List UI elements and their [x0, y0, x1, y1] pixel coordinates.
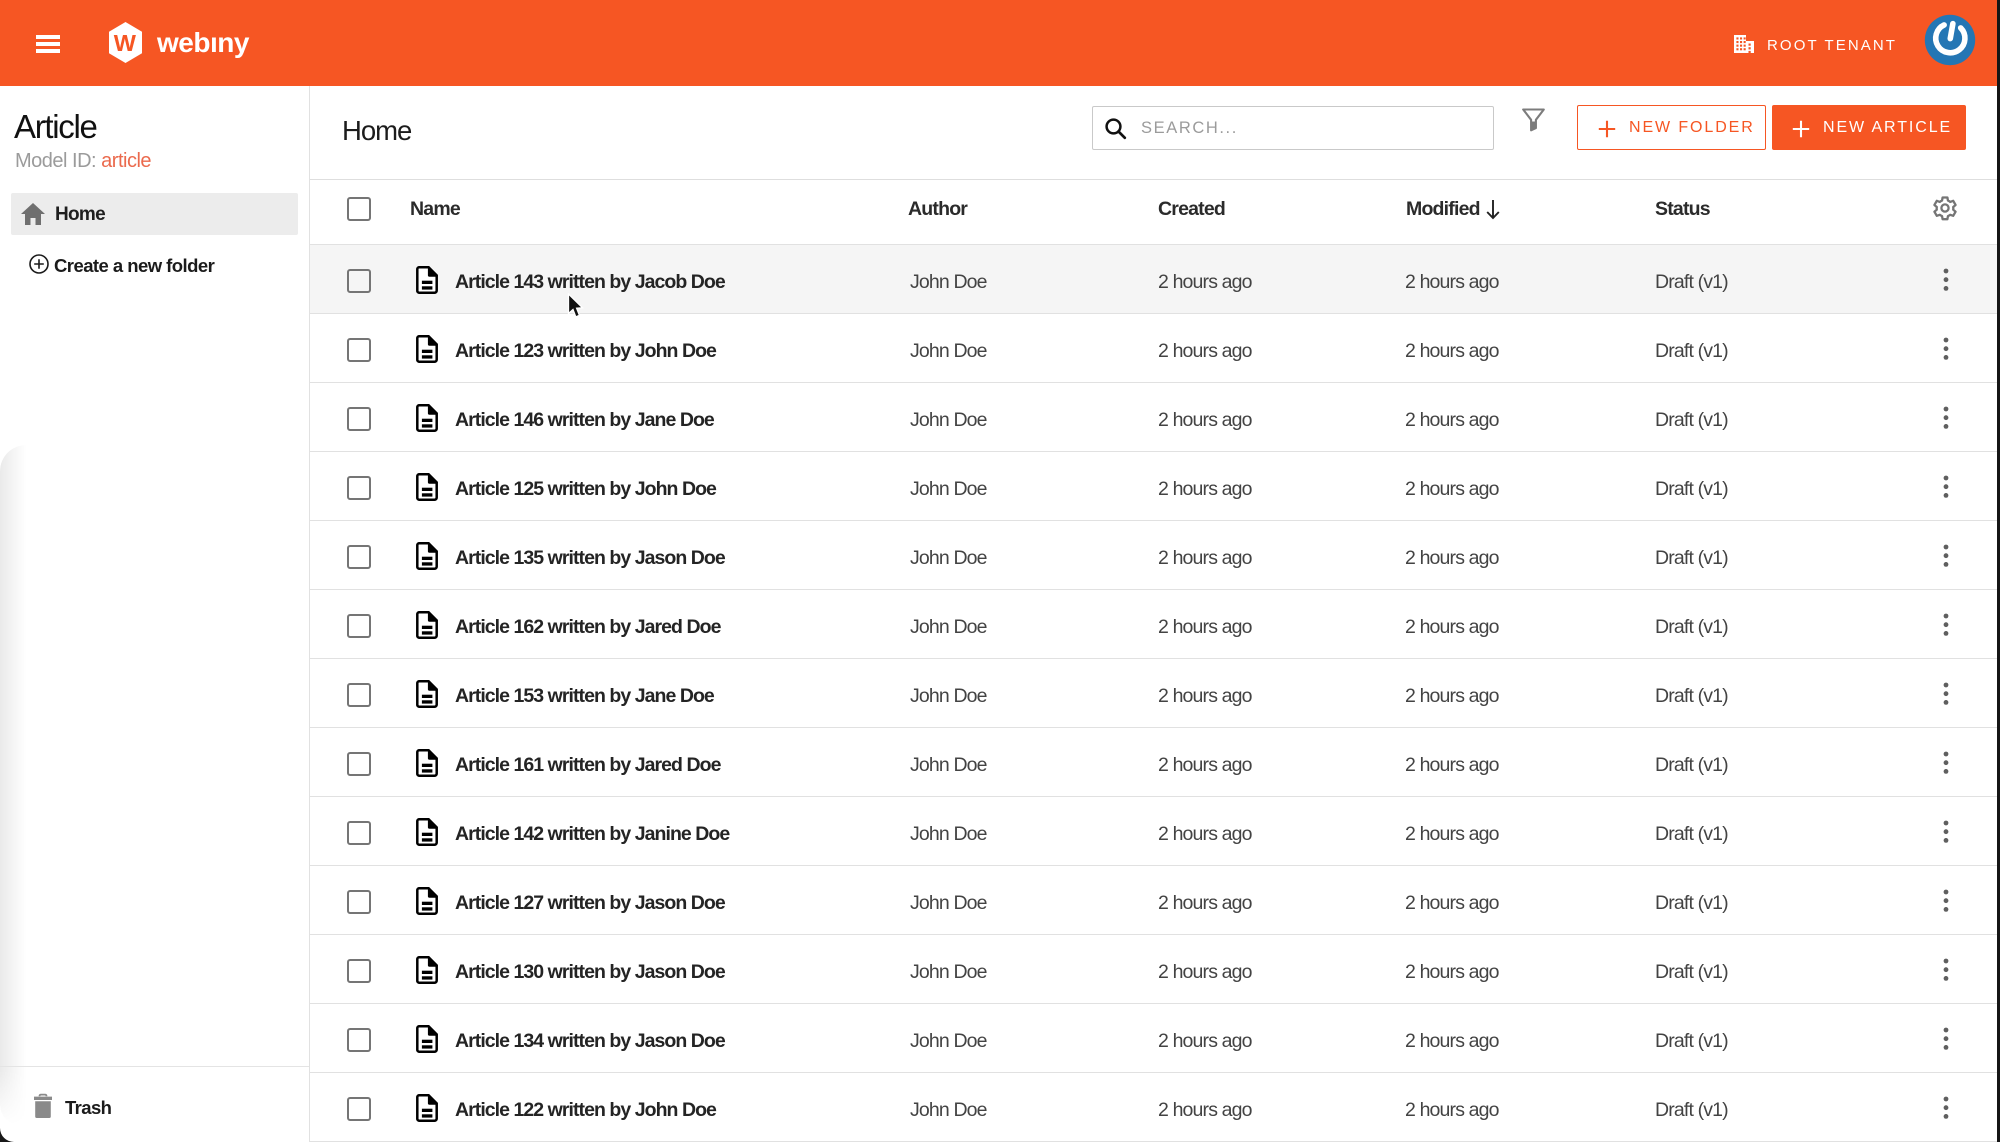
svg-text:webıny: webıny — [156, 27, 250, 58]
svg-text:W: W — [114, 30, 137, 56]
